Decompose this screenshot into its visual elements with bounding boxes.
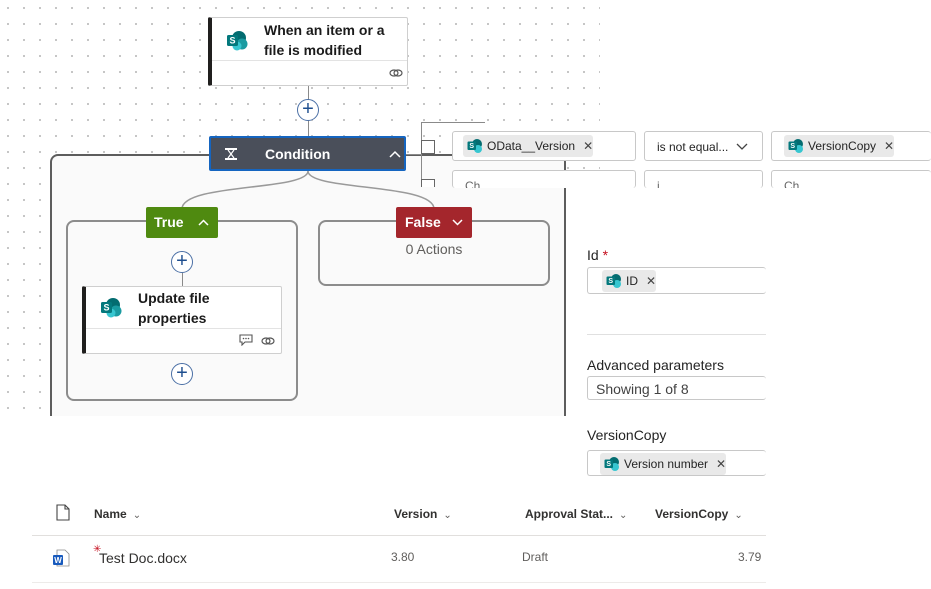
svg-text:S: S	[229, 36, 235, 46]
condition-operator-dropdown-2[interactable]: i	[644, 170, 763, 188]
condition-left-operand[interactable]: S OData__Version ✕	[452, 131, 636, 161]
add-action-button[interactable]: +	[171, 251, 193, 273]
chevron-down-icon: ⌄	[443, 510, 452, 521]
true-branch-header[interactable]: True	[146, 207, 218, 238]
column-header-versioncopy[interactable]: VersionCopy ⌄	[655, 507, 743, 521]
remove-token-icon[interactable]: ✕	[583, 139, 593, 153]
condition-icon	[225, 148, 237, 160]
svg-text:S: S	[103, 303, 109, 313]
sharepoint-icon: S	[788, 139, 803, 153]
link-icon[interactable]	[261, 335, 275, 347]
chevron-down-icon: ⌄	[734, 510, 743, 521]
svg-text:W: W	[54, 556, 62, 565]
sharepoint-icon: S	[101, 298, 122, 318]
add-action-button[interactable]: +	[171, 363, 193, 385]
action-footer	[86, 328, 281, 329]
advanced-parameters-label: Advanced parameters	[587, 357, 724, 373]
condition-right-operand-2[interactable]: Ch	[771, 170, 931, 188]
row-divider	[32, 582, 766, 583]
chevron-down-icon: ⌄	[132, 510, 142, 521]
versioncopy-field[interactable]: S Version number ✕	[587, 450, 766, 476]
version-cell: 3.80	[391, 550, 415, 564]
advanced-parameters-dropdown[interactable]: Showing 1 of 8	[587, 376, 766, 400]
svg-text:S: S	[606, 461, 611, 468]
chevron-down-icon: ⌄	[619, 510, 628, 521]
sharepoint-icon: S	[227, 31, 248, 51]
trigger-card[interactable]: S When an item or a file is modified	[208, 17, 408, 86]
svg-text:S: S	[608, 278, 613, 285]
panel-divider	[587, 334, 766, 335]
sharepoint-icon: S	[467, 139, 482, 153]
word-document-icon: W	[53, 549, 70, 567]
chevron-down-icon	[736, 143, 748, 150]
chevron-down-icon	[452, 219, 463, 226]
chevron-up-icon	[198, 219, 209, 226]
branch-connectors	[181, 171, 435, 210]
condition-card[interactable]: Condition	[209, 136, 406, 171]
approval-status-cell: Draft	[522, 550, 549, 564]
svg-text:S: S	[790, 143, 795, 150]
chevron-up-icon[interactable]	[389, 150, 401, 158]
parameters-panel	[566, 190, 766, 490]
sharepoint-icon: S	[604, 457, 619, 471]
condition-left-operand-2[interactable]: Ch	[452, 170, 636, 188]
trigger-title: When an item or a file is modified	[264, 22, 385, 58]
row-checkbox[interactable]	[421, 179, 435, 187]
remove-token-icon[interactable]: ✕	[646, 274, 656, 288]
file-name-link[interactable]: Test Doc.docx	[99, 550, 187, 566]
column-header-approval-status[interactable]: Approval Stat... ⌄	[525, 507, 627, 521]
dynamic-token[interactable]: S ID ✕	[602, 270, 657, 292]
action-title: Update file properties	[138, 290, 210, 326]
add-step-button[interactable]: +	[297, 99, 319, 121]
id-label: Id *	[587, 247, 609, 263]
column-header-name[interactable]: Name ⌄	[94, 507, 141, 521]
svg-text:S: S	[469, 143, 474, 150]
dynamic-token[interactable]: S Version number ✕	[600, 453, 727, 475]
comment-icon[interactable]	[239, 334, 253, 346]
trigger-footer	[212, 60, 407, 61]
column-header-version[interactable]: Version ⌄	[394, 507, 452, 521]
condition-bracket-link	[406, 154, 421, 155]
connector-line	[182, 273, 183, 286]
remove-token-icon[interactable]: ✕	[716, 457, 726, 471]
versioncopy-cell: 3.79	[738, 550, 762, 564]
condition-operator-dropdown[interactable]: is not equal...	[644, 131, 763, 161]
condition-right-operand[interactable]: S VersionCopy ✕	[771, 131, 931, 161]
versioncopy-label: VersionCopy	[587, 427, 667, 443]
false-branch-header[interactable]: False	[396, 207, 472, 238]
table-row[interactable]: W ✳ Test Doc.docx 3.80 Draft 3.79	[32, 536, 766, 582]
condition-title: Condition	[265, 146, 331, 162]
condition-bracket-top	[421, 122, 485, 123]
link-icon[interactable]	[389, 67, 403, 79]
sharepoint-icon: S	[606, 274, 621, 288]
false-branch-empty: 0 Actions	[405, 241, 463, 257]
row-checkbox[interactable]	[421, 140, 435, 154]
file-type-icon[interactable]	[56, 504, 70, 521]
id-field[interactable]: S ID ✕	[587, 267, 766, 294]
dynamic-token[interactable]: S VersionCopy ✕	[784, 135, 895, 157]
update-file-properties-card[interactable]: S Update file properties	[82, 286, 282, 354]
remove-token-icon[interactable]: ✕	[884, 139, 894, 153]
dynamic-token[interactable]: S OData__Version ✕	[463, 135, 594, 157]
